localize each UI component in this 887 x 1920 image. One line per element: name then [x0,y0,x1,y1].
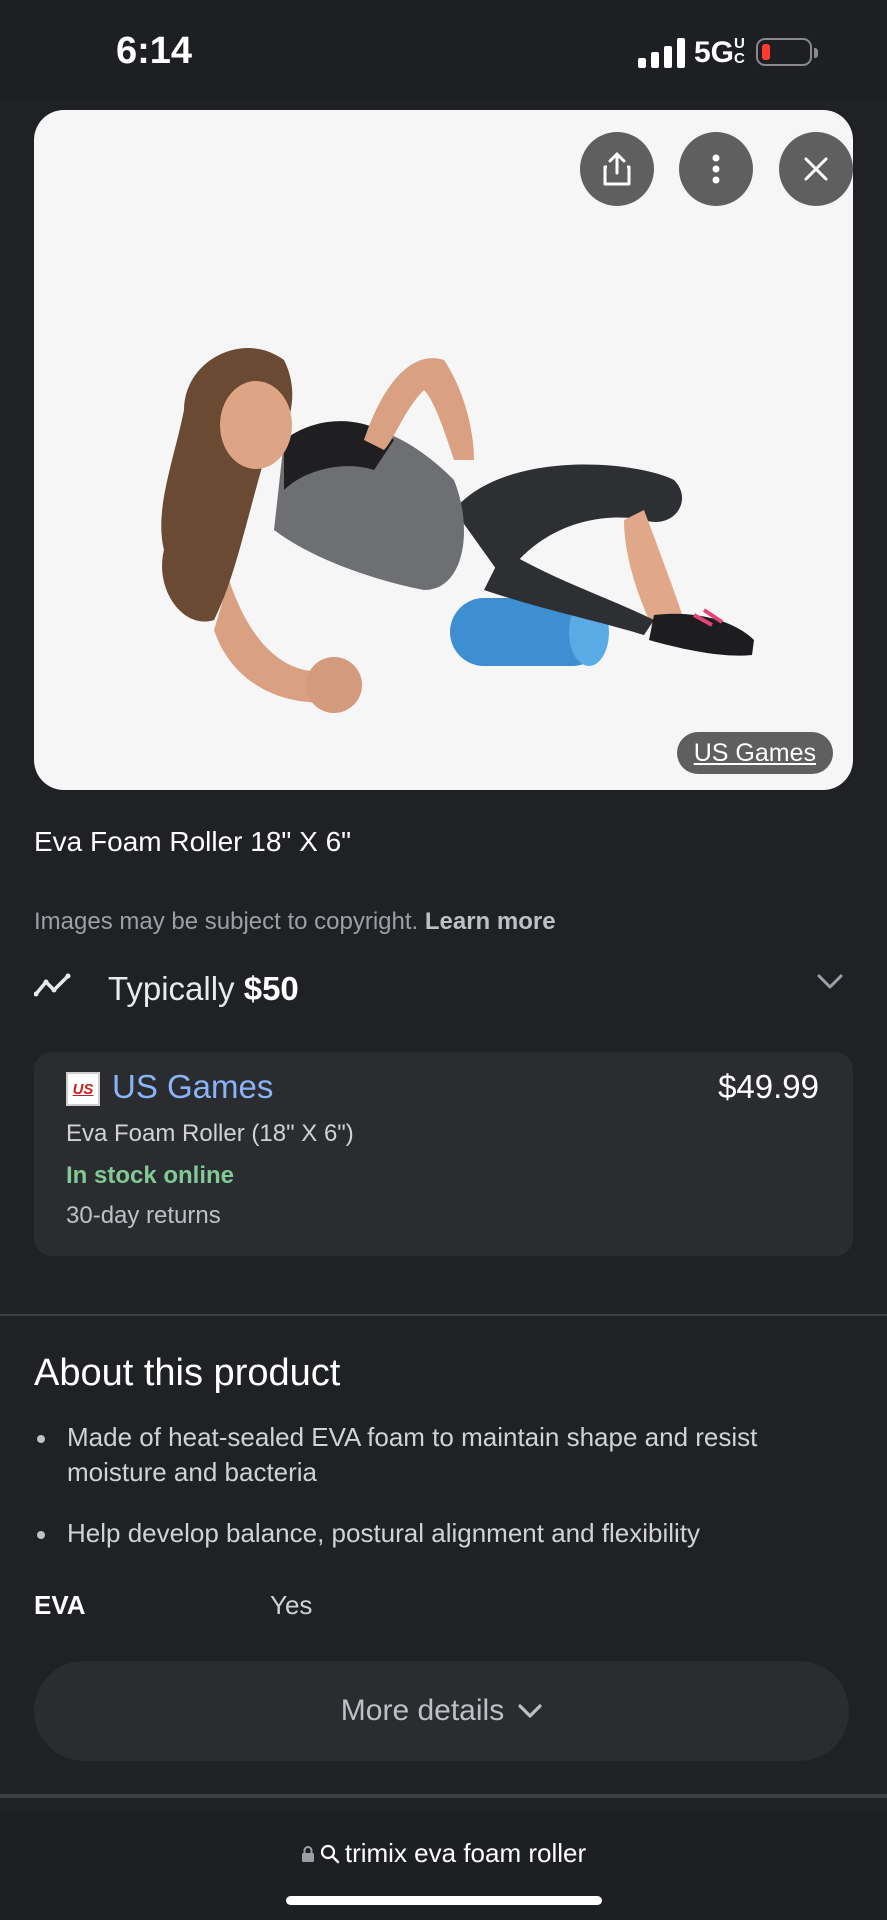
close-button[interactable] [779,132,853,206]
close-icon [804,157,828,181]
more-options-button[interactable] [679,132,753,206]
feature-bullet: Help develop balance, postural alignment… [34,1516,834,1551]
feature-bullet: Made of heat-sealed EVA foam to maintain… [34,1420,834,1490]
offer-card[interactable]: US US Games $49.99 Eva Foam Roller (18" … [34,1052,853,1256]
share-icon [603,152,631,186]
product-title: Eva Foam Roller 18" X 6" [34,826,352,857]
signal-icon [638,38,686,68]
typical-price-row[interactable]: Typically $50 [34,962,853,1014]
chevron-down-icon [518,1704,542,1718]
store-name-link[interactable]: US Games [112,1068,273,1106]
attribute-value: Yes [270,1590,313,1620]
stock-status: In stock online [66,1162,235,1189]
typical-price-prefix: Typically [108,970,235,1007]
bottom-separator [0,1794,887,1798]
typical-price-value: $50 [243,970,299,1007]
copyright-text: Images may be subject to copyright. [34,908,419,935]
typical-price: Typically $50 [108,970,299,1008]
product-image-card[interactable]: US Games [34,110,853,790]
image-source-link[interactable]: US Games [676,732,833,774]
lock-icon [301,1845,314,1862]
offer-price: $49.99 [718,1068,819,1105]
chevron-down-icon[interactable] [817,974,843,990]
network-label: 5GU C [694,35,745,69]
product-photo [161,348,754,713]
store-logo: US [66,1072,100,1106]
attribute-label: EVA [34,1590,86,1620]
price-trend-icon [34,973,71,997]
home-indicator[interactable] [286,1896,602,1905]
section-divider [0,1314,887,1316]
url-field[interactable]: trimix eva foam roller [0,1838,887,1869]
offer-description: Eva Foam Roller (18" X 6") [66,1120,354,1147]
url-query: trimix eva foam roller [344,1838,587,1868]
search-icon [320,1844,340,1863]
more-details-button[interactable]: More details [34,1661,849,1761]
status-time: 6:14 [116,30,193,72]
feature-list: Made of heat-sealed EVA foam to maintain… [34,1420,834,1577]
copyright-notice: Images may be subject to copyright. Lear… [34,908,556,936]
returns-policy: 30-day returns [66,1202,221,1229]
learn-more-link[interactable]: Learn more [425,908,556,935]
more-vert-icon [712,154,720,184]
share-button[interactable] [580,132,654,206]
status-bar: 6:14 5GU C [0,0,887,98]
more-details-label: More details [340,1694,505,1727]
address-bar[interactable]: trimix eva foam roller [0,1812,887,1920]
battery-icon [756,38,818,66]
about-heading: About this product [34,1352,341,1394]
